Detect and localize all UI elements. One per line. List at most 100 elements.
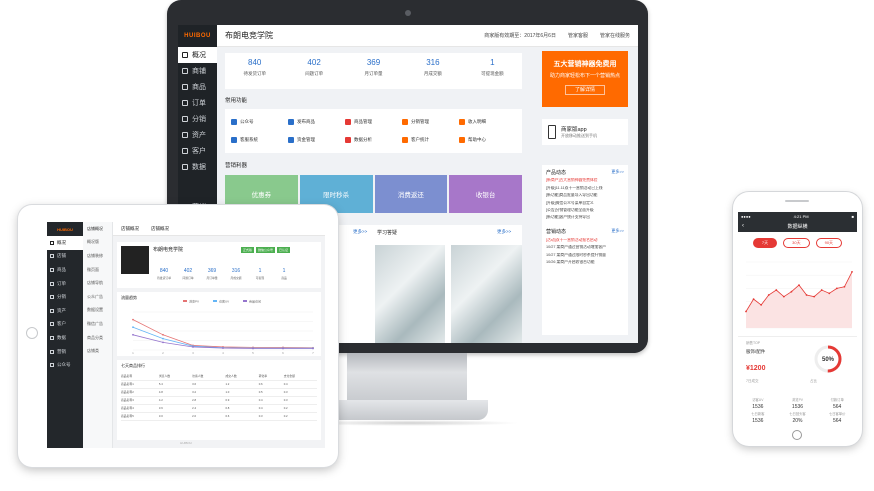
quick-action[interactable]: 发布商品 bbox=[288, 113, 345, 131]
tablet-nav-item[interactable]: 分销 bbox=[47, 290, 83, 304]
nav-icon bbox=[182, 68, 188, 74]
news-item[interactable]: [升级]11.11双十一营销活动已上线 bbox=[546, 186, 624, 191]
period-tab[interactable]: 90天 bbox=[815, 238, 843, 248]
metric-cell[interactable]: 访客UV 1536 bbox=[738, 394, 778, 410]
news2-more-link[interactable]: 更多>> bbox=[611, 228, 624, 235]
period-tab[interactable]: 7天 bbox=[752, 238, 778, 248]
news-item[interactable]: [公告]分销管理功能全面升级 bbox=[546, 208, 624, 213]
action-label: 发布商品 bbox=[297, 119, 315, 124]
nav-item[interactable]: 数据 bbox=[178, 159, 217, 175]
stat-item[interactable]: 840 待发货订单 bbox=[225, 53, 284, 89]
action-icon bbox=[288, 119, 294, 125]
quick-action[interactable]: 资金管理 bbox=[288, 131, 345, 149]
article-image[interactable] bbox=[375, 245, 445, 343]
nav-item[interactable]: 商品 bbox=[178, 79, 217, 95]
tablet-tab[interactable]: 店铺概况 bbox=[121, 226, 139, 232]
metric-cell[interactable]: 浏览PV 1536 bbox=[778, 394, 818, 410]
table-cell: 2.0 bbox=[192, 412, 226, 421]
service-link[interactable]: 管家在线服务 bbox=[600, 32, 630, 39]
news-item[interactable]: 10/27 某商户通过限时秒杀提升销量 bbox=[546, 253, 624, 258]
support-link[interactable]: 管家客服 bbox=[568, 32, 588, 39]
nav-item[interactable]: 分销 bbox=[178, 111, 217, 127]
table-row[interactable]: 商品名称2 4.8 3.2 1.0 0.5 0.3 bbox=[121, 388, 317, 397]
stat-item[interactable]: 316 月成交额 bbox=[403, 53, 462, 89]
promo-banner[interactable]: 五大营销神器免费用 助力商家轻松布下一个营销热点 了解详情 bbox=[542, 51, 628, 107]
bottom-more-link-1[interactable]: 更多>> bbox=[353, 229, 367, 235]
nav-item[interactable]: 订单 bbox=[178, 95, 217, 111]
quick-action[interactable]: 公众号 bbox=[231, 113, 288, 131]
tablet-nav-item[interactable]: 资产 bbox=[47, 304, 83, 318]
news-item[interactable]: [活动]双十一营销活动报名启动 bbox=[546, 238, 624, 243]
subnav-item[interactable]: 公众广告 bbox=[83, 290, 112, 304]
period-tab[interactable]: 30天 bbox=[783, 238, 810, 248]
subnav-item[interactable]: 店铺类 bbox=[83, 344, 112, 358]
quick-action[interactable]: 收入明细 bbox=[459, 113, 516, 131]
tablet-nav-item[interactable]: 店铺 bbox=[47, 250, 83, 264]
nav-item[interactable]: 资产 bbox=[178, 127, 217, 143]
quick-action[interactable]: 数据分析 bbox=[345, 131, 402, 149]
data-point bbox=[775, 289, 778, 291]
x-tick-label: 3 bbox=[192, 351, 194, 355]
subnav-item[interactable]: 店铺概况 bbox=[83, 222, 112, 236]
tablet-nav-item[interactable]: 公众号 bbox=[47, 358, 83, 372]
table-cell: 0.2 bbox=[283, 412, 317, 421]
news2-title: 营销动态 bbox=[546, 229, 567, 236]
subnav-item[interactable]: 微页面 bbox=[83, 263, 112, 277]
subnav-item[interactable]: 店铺导航 bbox=[83, 276, 112, 290]
quick-action[interactable]: 商品管理 bbox=[345, 113, 402, 131]
metric-cell[interactable]: 七日新客 1536 bbox=[738, 408, 778, 424]
marketing-tool-tile[interactable]: 消费返还 bbox=[374, 175, 448, 213]
tablet-stat[interactable]: 1 商品 bbox=[273, 268, 295, 280]
subnav-item[interactable]: 店铺装修 bbox=[83, 249, 112, 263]
table-row[interactable]: 商品名称4 3.6 2.4 0.8 0.4 0.2 bbox=[121, 404, 317, 413]
bottom-more-link-2[interactable]: 更多>> bbox=[497, 229, 511, 235]
quick-action[interactable]: 客服系统 bbox=[231, 131, 288, 149]
metric-cell[interactable]: 付款订单 564 bbox=[817, 394, 857, 410]
metric-cell[interactable]: 七日回头客 20% bbox=[778, 408, 818, 424]
subnav-item[interactable]: 概况版 bbox=[83, 236, 112, 250]
tablet-stat[interactable]: 840 待发货订单 bbox=[153, 268, 175, 280]
stat-item[interactable]: 369 月订单量 bbox=[344, 53, 403, 89]
table-row[interactable]: 商品名称1 5.4 3.6 1.2 0.6 0.4 bbox=[121, 380, 317, 389]
tablet-tab[interactable]: 店铺概况 bbox=[151, 226, 169, 232]
tablet-stat[interactable]: 369 月订单量 bbox=[201, 268, 223, 280]
stat-item[interactable]: 402 间题订单 bbox=[284, 53, 343, 89]
article-image[interactable] bbox=[451, 245, 522, 343]
news-item[interactable]: [新功能]客户统计支持导出 bbox=[546, 215, 624, 220]
tablet-stat[interactable]: 1 可提现 bbox=[249, 268, 271, 280]
quick-action[interactable]: 客户统计 bbox=[402, 131, 459, 149]
back-icon[interactable]: ‹ bbox=[742, 223, 744, 229]
action-icon bbox=[402, 119, 408, 125]
nav-item[interactable]: 商铺 bbox=[178, 63, 217, 79]
marketing-tool-tile[interactable]: 收银台 bbox=[449, 175, 522, 213]
nav-item[interactable]: 概况 bbox=[178, 47, 217, 63]
tablet-nav-item[interactable]: 商品 bbox=[47, 263, 83, 277]
quick-action[interactable]: 分销管理 bbox=[402, 113, 459, 131]
news-item[interactable]: 10/27 某商户通过营销活动增加客户 bbox=[546, 245, 624, 250]
table-row[interactable]: 商品名称3 4.2 2.8 0.9 0.4 0.3 bbox=[121, 396, 317, 405]
tablet-stat[interactable]: 402 间题订单 bbox=[177, 268, 199, 280]
news-item[interactable]: [新商户]五大营销神器免费体验 bbox=[546, 178, 624, 183]
tablet-nav-item[interactable]: 客户 bbox=[47, 318, 83, 332]
subnav-item[interactable]: 微信广告 bbox=[83, 317, 112, 331]
tablet-nav-item[interactable]: 订单 bbox=[47, 277, 83, 291]
table-row[interactable]: 商品名称5 3.0 2.0 0.6 0.3 0.2 bbox=[121, 412, 317, 421]
tablet-nav-item[interactable]: 概况 bbox=[47, 236, 83, 250]
promo-button[interactable]: 了解详情 bbox=[565, 85, 605, 95]
subnav-item[interactable]: 数据设置 bbox=[83, 304, 112, 318]
tablet-nav-item[interactable]: 营销 bbox=[47, 345, 83, 359]
data-point bbox=[828, 292, 831, 295]
nav-item[interactable]: 客户 bbox=[178, 143, 217, 159]
nav-icon bbox=[50, 335, 54, 340]
news-item[interactable]: [新功能]商品批量导入导出功能 bbox=[546, 193, 624, 198]
news-item[interactable]: 10/26 某商户开启收银台功能 bbox=[546, 260, 624, 265]
news-item[interactable]: [升级]微信公众号菜单自定义 bbox=[546, 201, 624, 206]
metric-cell[interactable]: 七日客单价 564 bbox=[817, 408, 857, 424]
subnav-item[interactable]: 商品分类 bbox=[83, 331, 112, 345]
tablet-stat[interactable]: 316 月成交额 bbox=[225, 268, 247, 280]
news-more-link[interactable]: 更多>> bbox=[611, 169, 624, 176]
quick-action[interactable]: 帮助中心 bbox=[459, 131, 516, 149]
stat-item[interactable]: 1 可提现金额 bbox=[463, 53, 522, 89]
tablet-nav-item[interactable]: 数据 bbox=[47, 331, 83, 345]
app-download-card[interactable]: 商家版app 开放移动推送到手机 bbox=[542, 119, 628, 145]
